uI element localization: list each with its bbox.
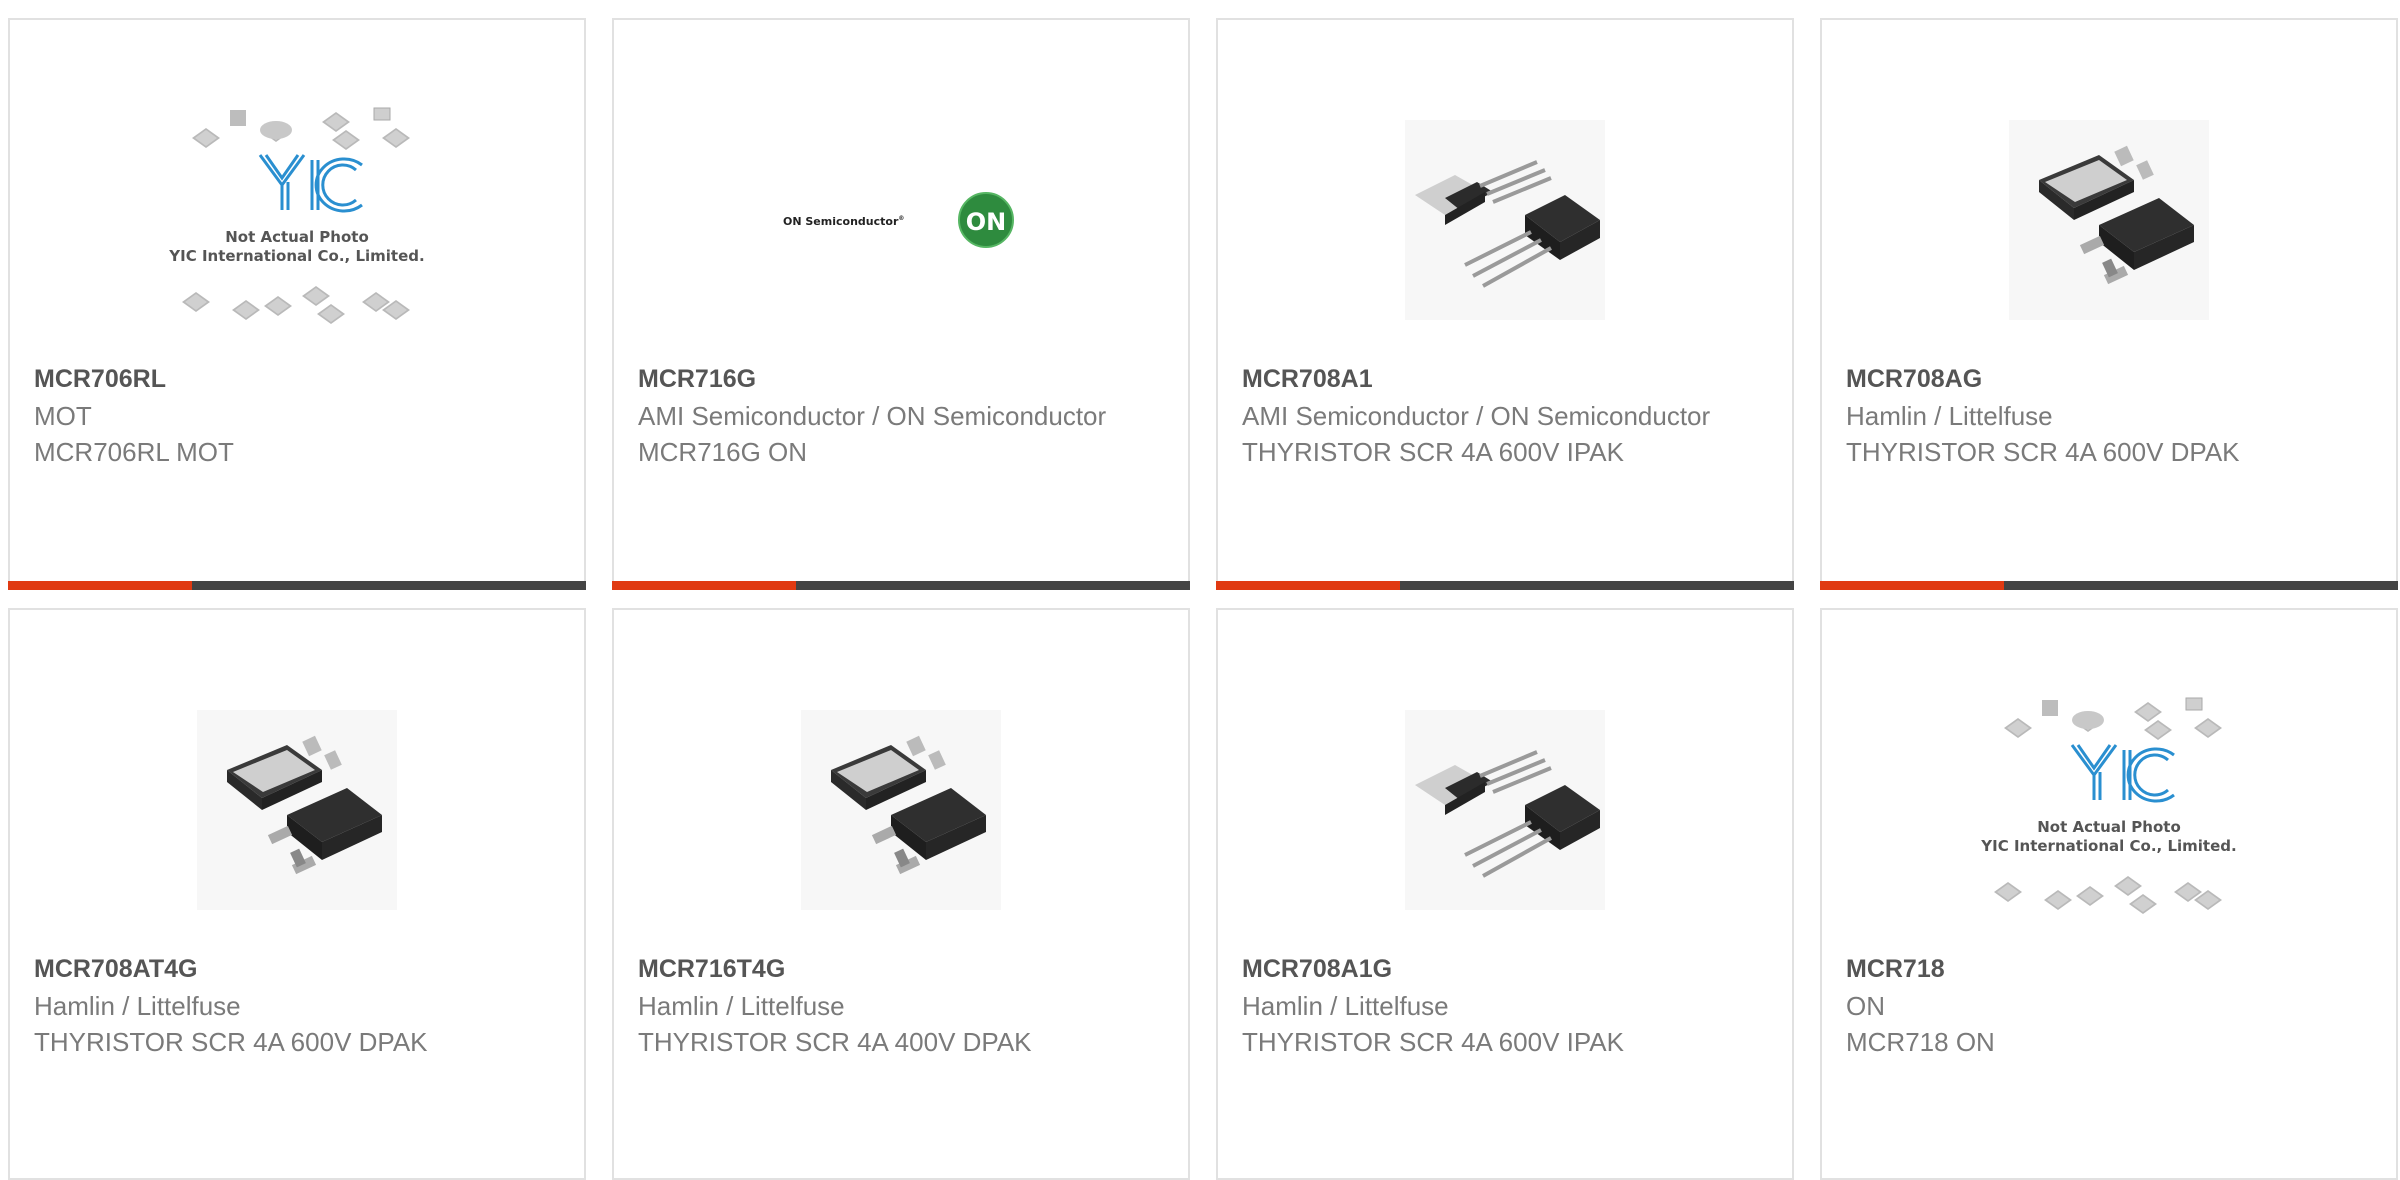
dpak-package-image <box>197 710 397 910</box>
product-description: THYRISTOR SCR 4A 600V DPAK <box>34 1027 428 1057</box>
product-card[interactable]: MCR708AT4G Hamlin / Littelfuse THYRISTOR… <box>8 608 586 1180</box>
product-image[interactable] <box>614 670 1188 950</box>
on-semiconductor-logo: ON Semiconductor® ON <box>783 192 1014 248</box>
product-card[interactable]: MCR708A1G Hamlin / Littelfuse THYRISTOR … <box>1216 608 1794 1180</box>
card-accent <box>612 581 796 590</box>
product-card[interactable]: MCR708AG Hamlin / Littelfuse THYRISTOR S… <box>1820 18 2398 590</box>
product-image[interactable]: Not Actual Photo YIC International Co., … <box>1822 670 2396 950</box>
product-description: MCR716G ON <box>638 437 808 467</box>
not-actual-photo-placeholder: Not Actual Photo YIC International Co., … <box>168 107 425 324</box>
product-manufacturer: Hamlin / Littelfuse <box>1242 991 1449 1021</box>
product-manufacturer: MOT <box>34 401 92 431</box>
svg-text:Not Actual Photo: Not Actual Photo <box>2037 818 2181 836</box>
card-accent <box>8 581 192 590</box>
product-card[interactable]: Not Actual Photo YIC International Co., … <box>8 18 586 590</box>
ipak-package-image <box>1405 710 1605 910</box>
product-image[interactable] <box>1218 670 1792 950</box>
product-description: THYRISTOR SCR 4A 600V IPAK <box>1242 437 1624 467</box>
svg-text:YIC International Co., Limited: YIC International Co., Limited. <box>168 247 424 265</box>
svg-text:YIC International Co., Limited: YIC International Co., Limited. <box>1980 837 2236 855</box>
product-card[interactable]: MCR708A1 AMI Semiconductor / ON Semicond… <box>1216 18 1794 590</box>
card-accent <box>1820 581 2004 590</box>
product-part-number[interactable]: MCR708AG <box>1846 362 2372 396</box>
product-manufacturer: AMI Semiconductor / ON Semiconductor <box>638 401 1107 431</box>
product-part-number[interactable]: MCR708A1G <box>1242 952 1768 986</box>
card-bottom-bar <box>612 581 1190 590</box>
dpak-package-image <box>801 710 1001 910</box>
ipak-package-image <box>1405 120 1605 320</box>
product-card[interactable]: ON Semiconductor® ON MCR716G AMI Semicon… <box>612 18 1190 590</box>
product-manufacturer: AMI Semiconductor / ON Semiconductor <box>1242 401 1711 431</box>
product-image[interactable] <box>1822 80 2396 360</box>
product-card[interactable]: Not Actual Photo YIC International Co., … <box>1820 608 2398 1180</box>
product-image[interactable] <box>1218 80 1792 360</box>
card-bottom-bar <box>8 581 586 590</box>
card-bottom-bar <box>1820 581 2398 590</box>
product-part-number[interactable]: MCR706RL <box>34 362 560 396</box>
product-description: THYRISTOR SCR 4A 400V DPAK <box>638 1027 1032 1057</box>
svg-text:ON Semiconductor®: ON Semiconductor® <box>783 215 904 228</box>
product-image[interactable]: Not Actual Photo YIC International Co., … <box>10 80 584 360</box>
not-actual-photo-placeholder: Not Actual Photo YIC International Co., … <box>1980 697 2237 914</box>
product-manufacturer: Hamlin / Littelfuse <box>34 991 241 1021</box>
card-accent <box>1216 581 1400 590</box>
product-description: MCR718 ON <box>1846 1027 1995 1057</box>
product-part-number[interactable]: MCR708A1 <box>1242 362 1768 396</box>
dpak-package-image <box>2009 120 2209 320</box>
card-bottom-bar <box>1216 581 1794 590</box>
product-manufacturer: ON <box>1846 991 1885 1021</box>
product-grid: Not Actual Photo YIC International Co., … <box>8 18 2398 1180</box>
product-image[interactable]: ON Semiconductor® ON <box>614 80 1188 360</box>
product-description: THYRISTOR SCR 4A 600V IPAK <box>1242 1027 1624 1057</box>
svg-text:ON: ON <box>966 208 1007 236</box>
product-image[interactable] <box>10 670 584 950</box>
product-description: THYRISTOR SCR 4A 600V DPAK <box>1846 437 2240 467</box>
product-part-number[interactable]: MCR716G <box>638 362 1164 396</box>
product-part-number[interactable]: MCR708AT4G <box>34 952 560 986</box>
product-manufacturer: Hamlin / Littelfuse <box>638 991 845 1021</box>
svg-text:Not Actual Photo: Not Actual Photo <box>225 228 369 246</box>
product-part-number[interactable]: MCR718 <box>1846 952 2372 986</box>
product-card[interactable]: MCR716T4G Hamlin / Littelfuse THYRISTOR … <box>612 608 1190 1180</box>
product-manufacturer: Hamlin / Littelfuse <box>1846 401 2053 431</box>
product-part-number[interactable]: MCR716T4G <box>638 952 1164 986</box>
product-description: MCR706RL MOT <box>34 437 234 467</box>
